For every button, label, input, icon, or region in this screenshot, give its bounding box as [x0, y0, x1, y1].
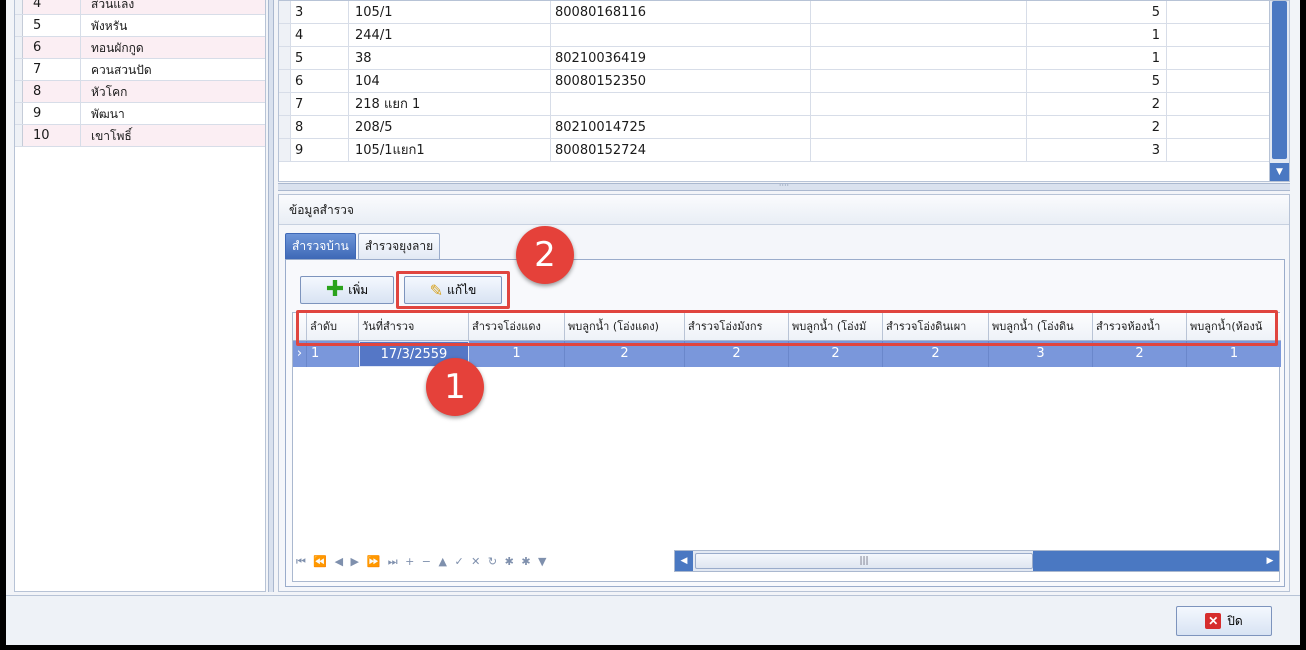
step-badge-1: 1 [426, 358, 484, 416]
scroll-down-icon[interactable]: ▼ [1270, 163, 1289, 181]
list-item-name: พัฒนา [91, 106, 125, 121]
survey-group-title: ข้อมูลสำรวจ [279, 195, 1289, 225]
step-badge-2: 2 [516, 226, 574, 284]
add-button-label: เพิ่ม [348, 282, 369, 297]
close-icon: ✕ [1205, 613, 1222, 629]
list-item-num: 5 [23, 15, 81, 36]
list-item[interactable]: 7 ควนสวนปัด [15, 59, 265, 81]
app-window: 4 สวนแลง 5 พังหรัน 6 ทอนผักกูด 7 ควนสวนป… [6, 0, 1300, 645]
grid-navigator[interactable]: ⏮ ⏪ ◀ ▶ ⏩ ⏭ + − ▲ ✓ ✕ ↻ ✱ ✱ ▼ [292, 552, 622, 572]
list-item-num: 6 [23, 37, 81, 58]
table-row[interactable]: 9 105/1แยก1 80080152724 3 [279, 139, 1289, 162]
tab-house-survey[interactable]: สำรวจบ้าน [285, 233, 356, 259]
list-item-name: เขาโพธิ์ [91, 128, 132, 143]
row-highlight [296, 310, 1278, 346]
table-row[interactable]: 4 244/1 1 [279, 24, 1289, 47]
list-item[interactable]: 5 พังหรัน [15, 15, 265, 37]
close-button[interactable]: ✕ ปิด [1176, 606, 1272, 636]
add-button[interactable]: ✚ เพิ่ม [300, 276, 394, 304]
list-item[interactable]: 9 พัฒนา [15, 103, 265, 125]
household-grid: 3 105/1 80080168116 5 4 244/1 1 5 38 802… [278, 0, 1290, 182]
table-row[interactable]: 5 38 80210036419 1 [279, 47, 1289, 70]
list-item-num: 10 [23, 125, 81, 146]
list-item-num: 4 [23, 0, 81, 14]
scroll-thumb[interactable]: ||| [695, 553, 1033, 569]
survey-grid: ลำดับ วันที่สำรวจ สำรวจโอ่งแดง พบลูกน้ำ … [292, 312, 1281, 582]
table-row[interactable]: 7 218 แยก 1 2 [279, 93, 1289, 116]
list-item-name: พังหรัน [91, 18, 128, 33]
horizontal-splitter[interactable]: ···· [278, 182, 1290, 191]
list-item[interactable]: 8 หัวโคก [15, 81, 265, 103]
survey-tabs: สำรวจบ้าน สำรวจยุงลาย [285, 233, 442, 259]
table-row[interactable]: 8 208/5 80210014725 2 [279, 116, 1289, 139]
scroll-thumb[interactable] [1272, 1, 1287, 159]
list-item-name: หัวโคก [91, 84, 128, 99]
list-item-num: 9 [23, 103, 81, 124]
horizontal-scrollbar[interactable]: ◀ ||| ▶ [674, 550, 1280, 572]
edit-button-highlight [396, 271, 510, 309]
scroll-right-icon[interactable]: ▶ [1261, 551, 1279, 571]
list-item-num: 7 [23, 59, 81, 80]
list-item[interactable]: 4 สวนแลง [15, 0, 265, 15]
list-item-name: ทอนผักกูด [91, 40, 144, 55]
vertical-scrollbar[interactable]: ▼ [1269, 1, 1289, 181]
list-item[interactable]: 6 ทอนผักกูด [15, 37, 265, 59]
list-item-num: 8 [23, 81, 81, 102]
list-item[interactable]: 10 เขาโพธิ์ [15, 125, 265, 147]
list-item-name: ควนสวนปัด [91, 62, 152, 77]
close-button-label: ปิด [1227, 613, 1243, 628]
list-item-name: สวนแลง [91, 0, 135, 11]
plus-icon: ✚ [325, 277, 345, 302]
footer-bar: ✕ ปิด [6, 595, 1300, 645]
vertical-splitter[interactable] [268, 0, 274, 592]
tab-mosquito-survey[interactable]: สำรวจยุงลาย [357, 233, 441, 259]
tab-content: ✚ เพิ่ม ✎ แก้ไข ลำดับ วันที่สำรวจ สำรวจโ… [285, 259, 1285, 587]
table-row[interactable]: 3 105/1 80080168116 5 [279, 1, 1289, 24]
village-list: 4 สวนแลง 5 พังหรัน 6 ทอนผักกูด 7 ควนสวนป… [14, 0, 266, 592]
table-row[interactable]: 6 104 80080152350 5 [279, 70, 1289, 93]
scroll-left-icon[interactable]: ◀ [675, 551, 693, 571]
